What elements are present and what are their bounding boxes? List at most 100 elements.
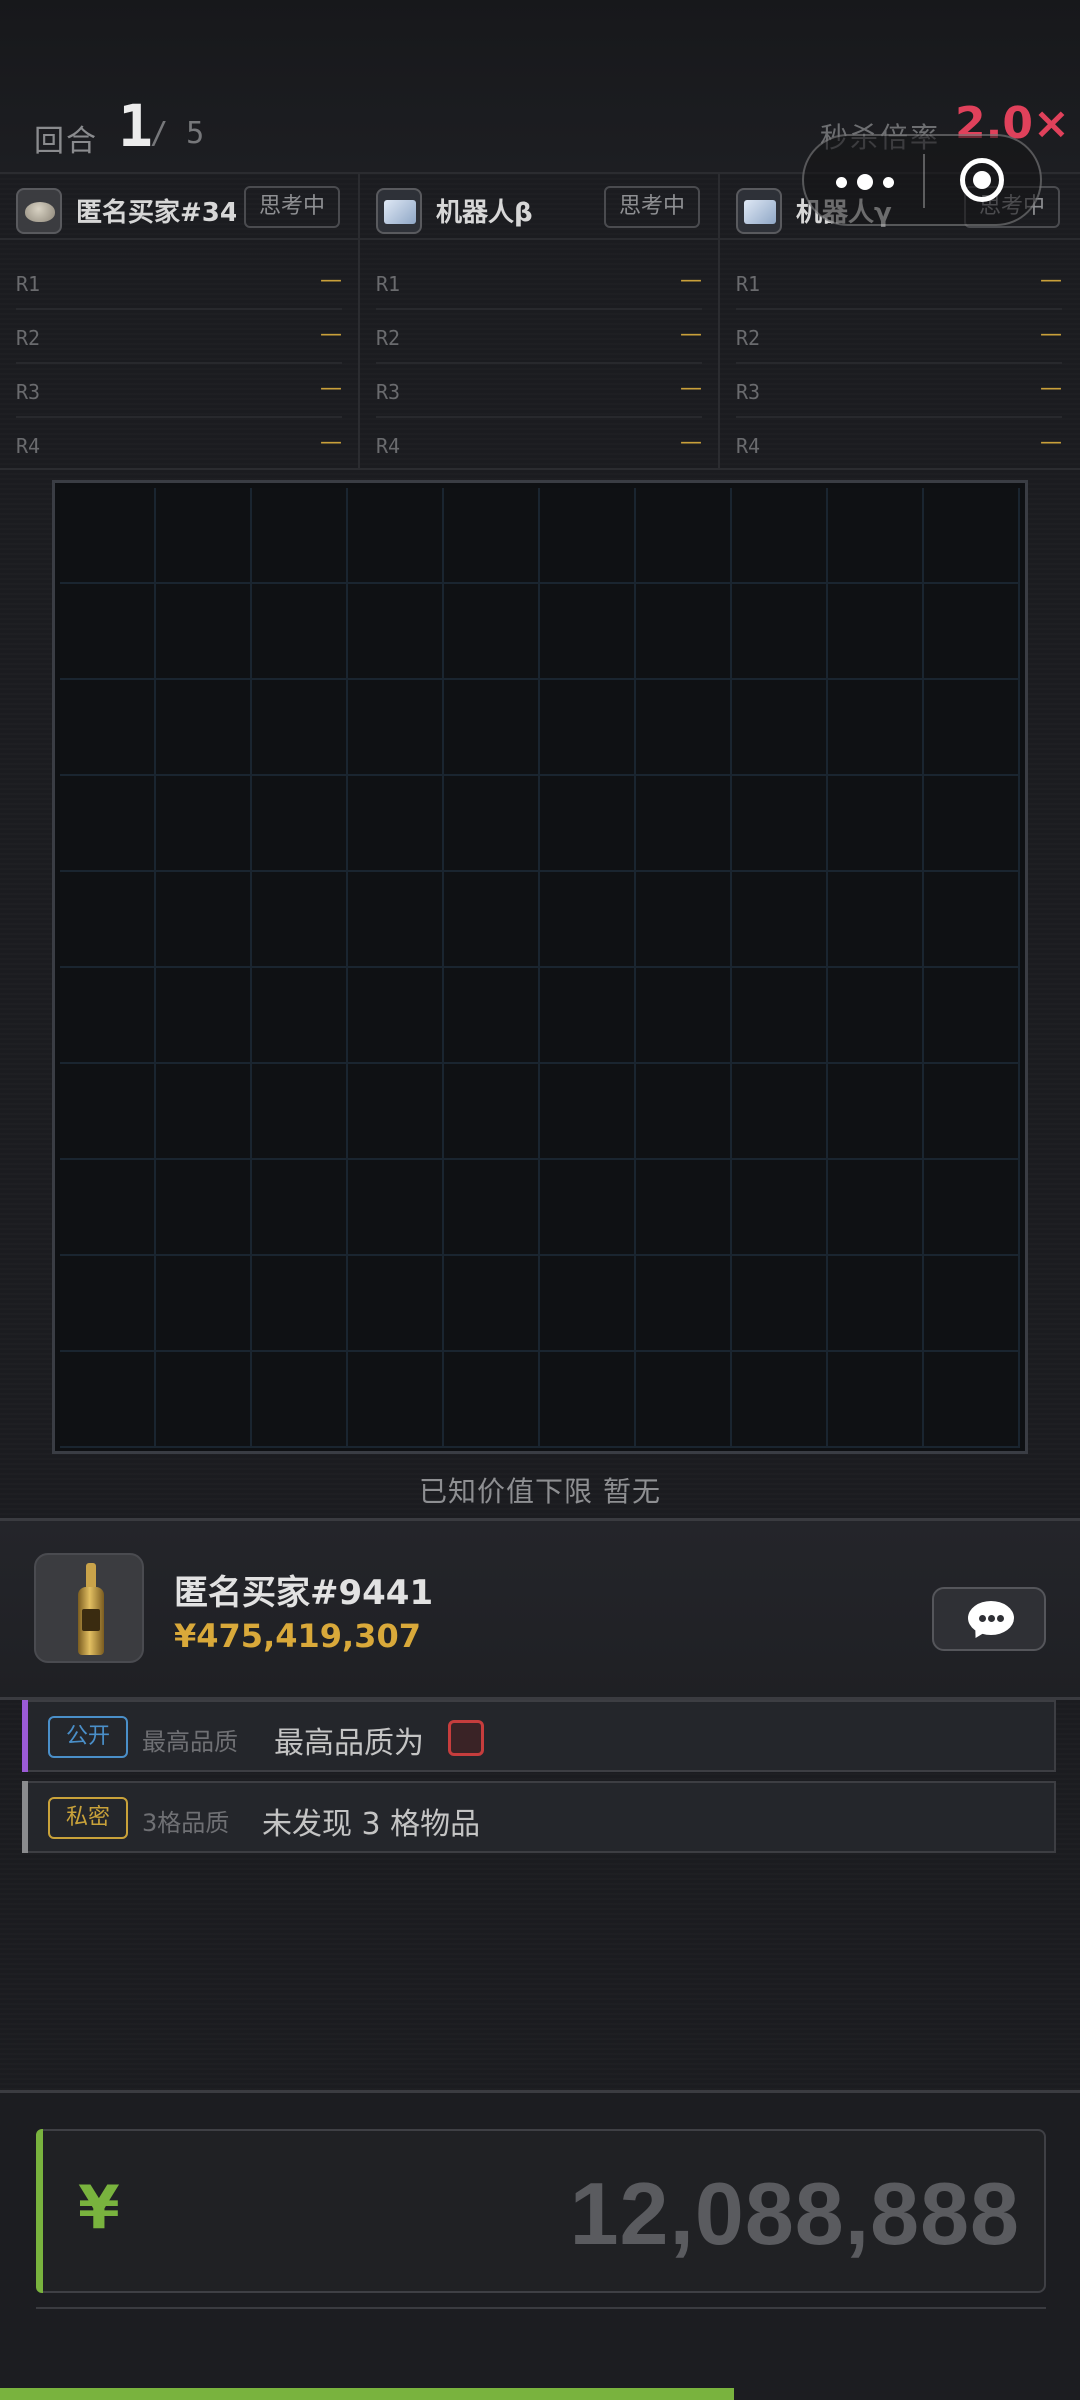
grid-cell[interactable] xyxy=(636,680,732,776)
grid-cell[interactable] xyxy=(348,1352,444,1448)
grid-cell[interactable] xyxy=(540,872,636,968)
grid-cell[interactable] xyxy=(252,1160,348,1256)
grid-cell[interactable] xyxy=(444,1256,540,1352)
grid-cell[interactable] xyxy=(732,1256,828,1352)
grid-cell[interactable] xyxy=(156,488,252,584)
grid-cell[interactable] xyxy=(540,1064,636,1160)
grid-cell[interactable] xyxy=(924,776,1020,872)
grid-cell[interactable] xyxy=(732,776,828,872)
grid-cell[interactable] xyxy=(156,968,252,1064)
grid-cell[interactable] xyxy=(924,680,1020,776)
grid-cell[interactable] xyxy=(444,968,540,1064)
item-thumbnail[interactable] xyxy=(34,1553,144,1663)
chat-button[interactable] xyxy=(932,1587,1046,1651)
grid-cell[interactable] xyxy=(636,1160,732,1256)
grid-cell[interactable] xyxy=(348,968,444,1064)
grid-cell[interactable] xyxy=(156,776,252,872)
grid-cell[interactable] xyxy=(60,1064,156,1160)
grid-cell[interactable] xyxy=(252,1256,348,1352)
grid-cell[interactable] xyxy=(828,584,924,680)
grid-cell[interactable] xyxy=(828,1352,924,1448)
grid-cell[interactable] xyxy=(252,872,348,968)
grid-cell[interactable] xyxy=(924,1256,1020,1352)
grid-cell[interactable] xyxy=(156,872,252,968)
grid-cell[interactable] xyxy=(732,872,828,968)
grid-cell[interactable] xyxy=(732,1064,828,1160)
grid-cell[interactable] xyxy=(156,680,252,776)
close-miniprogram-button[interactable] xyxy=(924,136,1042,224)
grid-cell[interactable] xyxy=(156,1160,252,1256)
grid-cell[interactable] xyxy=(156,1352,252,1448)
grid-cell[interactable] xyxy=(540,584,636,680)
grid-cell[interactable] xyxy=(60,872,156,968)
grid-cell[interactable] xyxy=(348,1256,444,1352)
grid-cell[interactable] xyxy=(156,1256,252,1352)
grid-cell[interactable] xyxy=(828,1256,924,1352)
grid-cell[interactable] xyxy=(60,776,156,872)
grid-cell[interactable] xyxy=(444,488,540,584)
grid-cell[interactable] xyxy=(828,968,924,1064)
bid-amount-input[interactable]: ¥ 12,088,888 xyxy=(36,2129,1046,2293)
grid-cell[interactable] xyxy=(636,776,732,872)
grid-cell[interactable] xyxy=(924,872,1020,968)
grid-cell[interactable] xyxy=(636,488,732,584)
grid-cell[interactable] xyxy=(732,1352,828,1448)
grid-cell[interactable] xyxy=(444,872,540,968)
grid-cell[interactable] xyxy=(444,1352,540,1448)
grid-cell[interactable] xyxy=(252,488,348,584)
grid-cell[interactable] xyxy=(252,584,348,680)
grid-cell[interactable] xyxy=(828,1160,924,1256)
grid-cell[interactable] xyxy=(732,488,828,584)
grid-cell[interactable] xyxy=(156,584,252,680)
grid-cell[interactable] xyxy=(444,1064,540,1160)
grid-cell[interactable] xyxy=(348,872,444,968)
grid-cell[interactable] xyxy=(540,680,636,776)
grid-cell[interactable] xyxy=(60,1160,156,1256)
grid-cell[interactable] xyxy=(348,680,444,776)
grid-cell[interactable] xyxy=(636,968,732,1064)
grid-cell[interactable] xyxy=(252,968,348,1064)
grid-cell[interactable] xyxy=(732,1160,828,1256)
grid-cell[interactable] xyxy=(924,1064,1020,1160)
grid-cell[interactable] xyxy=(636,1352,732,1448)
grid-cell[interactable] xyxy=(540,1352,636,1448)
grid-cell[interactable] xyxy=(252,1352,348,1448)
grid-cell[interactable] xyxy=(348,776,444,872)
more-options-button[interactable] xyxy=(804,136,924,224)
grid-cell[interactable] xyxy=(636,1256,732,1352)
grid-cell[interactable] xyxy=(540,488,636,584)
grid-cell[interactable] xyxy=(252,1064,348,1160)
grid-cell[interactable] xyxy=(540,968,636,1064)
grid-cell[interactable] xyxy=(444,680,540,776)
grid-cell[interactable] xyxy=(348,584,444,680)
grid-cell[interactable] xyxy=(348,1064,444,1160)
grid-cell[interactable] xyxy=(348,1160,444,1256)
grid-cell[interactable] xyxy=(60,1352,156,1448)
grid-cell[interactable] xyxy=(156,1064,252,1160)
grid-cell[interactable] xyxy=(828,1064,924,1160)
grid-cell[interactable] xyxy=(636,872,732,968)
grid-cell[interactable] xyxy=(444,584,540,680)
grid-cell[interactable] xyxy=(444,1160,540,1256)
grid-cell[interactable] xyxy=(60,680,156,776)
grid-cell[interactable] xyxy=(540,776,636,872)
grid-cell[interactable] xyxy=(732,968,828,1064)
grid-cell[interactable] xyxy=(828,680,924,776)
grid-cell[interactable] xyxy=(636,1064,732,1160)
grid-cell[interactable] xyxy=(828,488,924,584)
grid-cell[interactable] xyxy=(348,488,444,584)
grid-cell[interactable] xyxy=(60,584,156,680)
grid-cell[interactable] xyxy=(924,584,1020,680)
grid-cell[interactable] xyxy=(540,1160,636,1256)
grid-cell[interactable] xyxy=(636,584,732,680)
grid-cell[interactable] xyxy=(924,968,1020,1064)
grid-cell[interactable] xyxy=(540,1256,636,1352)
grid-cell[interactable] xyxy=(924,1352,1020,1448)
grid-cell[interactable] xyxy=(444,776,540,872)
grid-cell[interactable] xyxy=(732,584,828,680)
grid-cell[interactable] xyxy=(60,488,156,584)
grid-cell[interactable] xyxy=(60,968,156,1064)
grid-cell[interactable] xyxy=(828,776,924,872)
grid-cell[interactable] xyxy=(252,680,348,776)
grid-cell[interactable] xyxy=(924,488,1020,584)
